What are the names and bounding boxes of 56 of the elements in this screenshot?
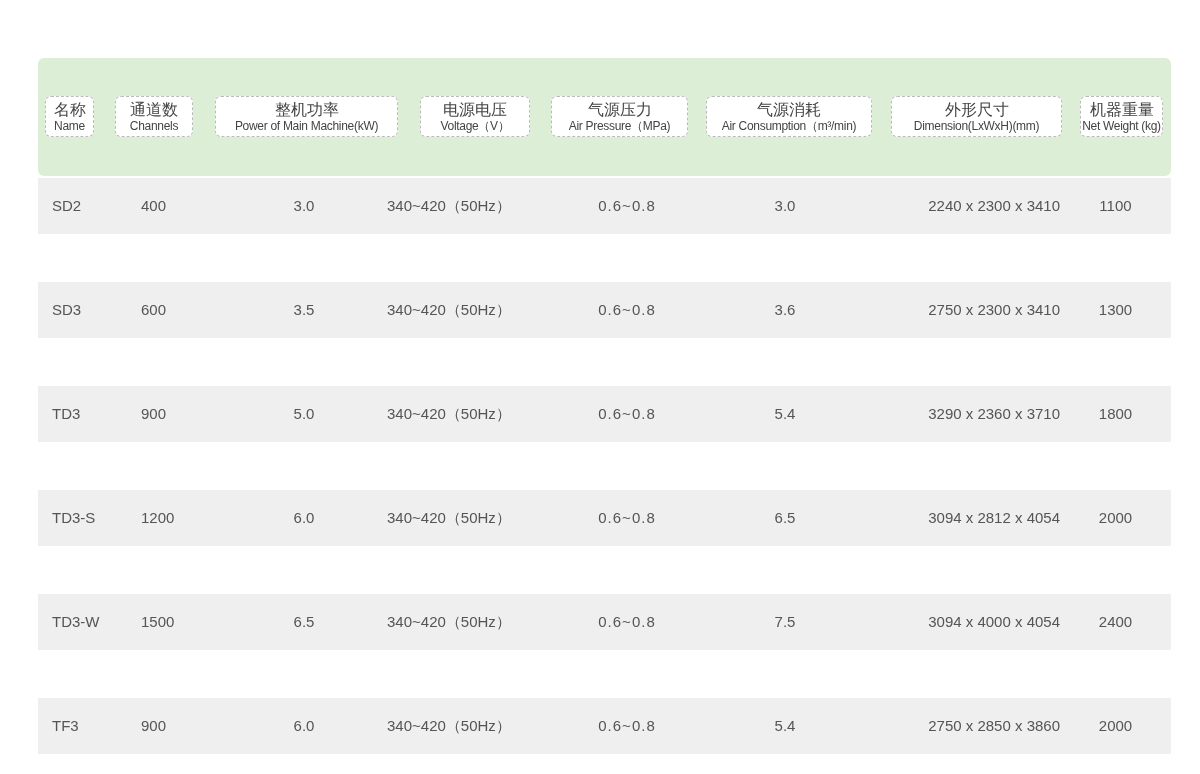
table-cell-text: 6.5 bbox=[773, 507, 797, 528]
table-cell-text: 2240 x 2300 x 3410 bbox=[927, 195, 1060, 216]
table-cell-text: 3094 x 2812 x 4054 bbox=[927, 507, 1060, 528]
table-cell-text: 5.4 bbox=[773, 715, 797, 736]
table-cell-text: 3290 x 2360 x 3710 bbox=[927, 403, 1060, 424]
table-cell-text: 1100 bbox=[1098, 195, 1133, 216]
table-cell-text: 6.0 bbox=[292, 507, 316, 528]
table-cell-text: 6.0 bbox=[292, 715, 316, 736]
table-cell-text: 400 bbox=[140, 195, 168, 216]
table-cell-text: 0.6~0.8 bbox=[597, 403, 657, 424]
table-cell-text: 0.6~0.8 bbox=[597, 611, 657, 632]
table-cell-text: 900 bbox=[140, 715, 168, 736]
table-cell-text: 0.6~0.8 bbox=[597, 299, 657, 320]
table-cell-text: 3.5 bbox=[292, 299, 316, 320]
table-cell-text: 2000 bbox=[1097, 715, 1134, 736]
table-cell-text: 3.0 bbox=[292, 195, 316, 216]
column-header: 气源压力 Air Pressure（MPa) bbox=[551, 96, 688, 137]
table-cell-text: 5.0 bbox=[292, 403, 316, 424]
table-cell-text: 3094 x 4000 x 4054 bbox=[927, 611, 1060, 632]
table-cell-text: 2400 bbox=[1097, 611, 1134, 632]
table-cell-text: 340~420（50Hz） bbox=[386, 507, 512, 528]
table-cell-text: SD2 bbox=[51, 195, 83, 216]
table-cell-text: 0.6~0.8 bbox=[597, 715, 657, 736]
table-cell-text: 1500 bbox=[140, 611, 176, 632]
table-cell-text: 0.6~0.8 bbox=[597, 195, 657, 216]
column-header: 机器重量 Net Weight (kg) bbox=[1080, 96, 1163, 137]
table-cell-text: 1800 bbox=[1097, 403, 1134, 424]
table-cell-text: 340~420（50Hz） bbox=[386, 299, 512, 320]
table-cell-text: TF3 bbox=[51, 715, 80, 736]
table-cell-text: 3.0 bbox=[773, 195, 797, 216]
table-cell-text: 2750 x 2300 x 3410 bbox=[927, 299, 1060, 320]
table-cell-text: 340~420（50Hz） bbox=[386, 611, 512, 632]
table-cell-text: TD3-W bbox=[51, 611, 101, 632]
table-cell-text: 340~420（50Hz） bbox=[386, 195, 512, 216]
table-cell-text: 5.4 bbox=[773, 403, 797, 424]
table-cell-text: SD3 bbox=[51, 299, 83, 320]
table-cell-text: 1200 bbox=[140, 507, 176, 528]
table-cell-text: 340~420（50Hz） bbox=[386, 403, 512, 424]
table-cell-text: 6.5 bbox=[292, 611, 316, 632]
table-cell-text: 900 bbox=[140, 403, 168, 424]
column-header: 整机功率 Power of Main Machine(kW) bbox=[215, 96, 398, 137]
table-cell-text: 0.6~0.8 bbox=[597, 507, 657, 528]
column-header: 名称 Name bbox=[45, 96, 94, 137]
table-cell-text: 7.5 bbox=[773, 611, 797, 632]
table-cell-text: 2000 bbox=[1097, 507, 1134, 528]
table-cell-text: 340~420（50Hz） bbox=[386, 715, 512, 736]
table-cell-text: 3.6 bbox=[773, 299, 797, 320]
table-cell-text: TD3-S bbox=[51, 507, 97, 528]
column-header: 电源电压 Voltage（V） bbox=[420, 96, 530, 137]
column-header: 外形尺寸 Dimension(LxWxH)(mm) bbox=[891, 96, 1062, 137]
column-header: 气源消耗 Air Consumption（m³/min) bbox=[706, 96, 872, 137]
table-cell-text: TD3 bbox=[51, 403, 82, 424]
table-cell-text: 2750 x 2850 x 3860 bbox=[927, 715, 1060, 736]
column-header: 通道数 Channels bbox=[115, 96, 193, 137]
table-cell-text: 1300 bbox=[1097, 299, 1134, 320]
table-cell-text: 600 bbox=[140, 299, 168, 320]
